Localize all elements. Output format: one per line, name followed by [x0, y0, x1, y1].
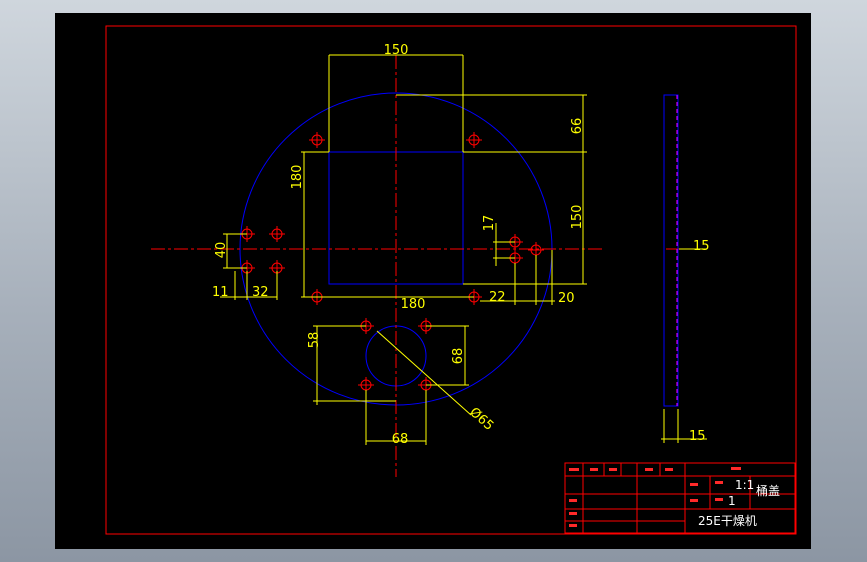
title-block: 1:1 1 桶盖 25E干燥机 — [564, 462, 796, 534]
dim-side-thickness: 15 — [693, 239, 710, 254]
dim-left-offset: 11 — [212, 285, 229, 300]
title-block-drawing-title: 25E干燥机 — [698, 514, 757, 528]
dim-right-height: 150 — [570, 205, 585, 230]
dim-bottom-width: 180 — [401, 297, 426, 312]
bolt-holes — [239, 132, 544, 393]
drawing-border — [105, 25, 797, 535]
dim-right-offset-b: 20 — [558, 291, 575, 306]
title-block-part-name: 桶盖 — [756, 483, 780, 498]
center-lines — [151, 55, 695, 477]
dim-right-offset-a: 22 — [489, 290, 506, 305]
dim-small-offset: 17 — [482, 215, 497, 232]
dim-left-hole-pitch: 32 — [252, 285, 269, 300]
dim-left-spacing: 40 — [214, 242, 229, 259]
cad-drawing: 150 66 150 180 180 40 11 32 17 22 20 58 … — [105, 25, 797, 535]
dim-hole-diameter: Ø65 — [466, 405, 496, 434]
dim-top-offset: 66 — [570, 118, 585, 135]
dim-hole-box-height: 58 — [307, 332, 322, 349]
title-block-quantity: 1 — [728, 494, 736, 508]
dim-side-bottom: 15 — [689, 429, 706, 444]
dim-top-width: 150 — [384, 43, 409, 58]
title-block-scale: 1:1 — [735, 478, 754, 492]
dim-hole-box-width: 68 — [392, 432, 409, 447]
side-view-plate — [663, 94, 679, 407]
dim-left-height: 180 — [290, 165, 305, 190]
dim-hole-box-inner: 68 — [451, 348, 466, 365]
cad-viewport[interactable]: 150 66 150 180 180 40 11 32 17 22 20 58 … — [55, 13, 811, 549]
